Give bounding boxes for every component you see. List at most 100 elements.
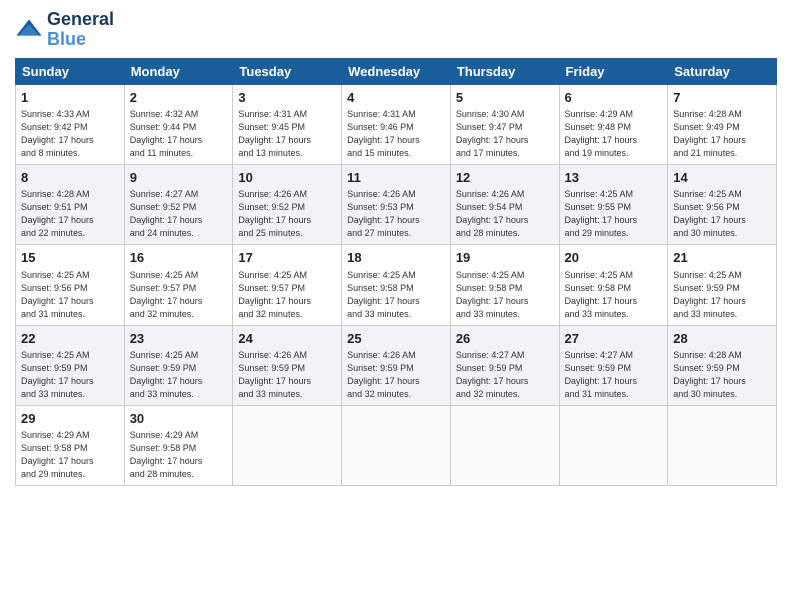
day-info: Sunrise: 4:33 AM Sunset: 9:42 PM Dayligh… [21,108,119,160]
calendar-day-cell: 4Sunrise: 4:31 AM Sunset: 9:46 PM Daylig… [342,84,451,164]
day-number: 21 [673,249,771,267]
calendar-day-cell [668,406,777,486]
day-number: 20 [565,249,663,267]
calendar-day-cell: 2Sunrise: 4:32 AM Sunset: 9:44 PM Daylig… [124,84,233,164]
calendar-day-cell [342,406,451,486]
day-info: Sunrise: 4:26 AM Sunset: 9:54 PM Dayligh… [456,188,554,240]
day-info: Sunrise: 4:29 AM Sunset: 9:58 PM Dayligh… [130,429,228,481]
calendar-day-cell: 9Sunrise: 4:27 AM Sunset: 9:52 PM Daylig… [124,164,233,244]
calendar-table: SundayMondayTuesdayWednesdayThursdayFrid… [15,58,777,487]
day-info: Sunrise: 4:28 AM Sunset: 9:51 PM Dayligh… [21,188,119,240]
calendar-week-row: 15 Sunrise: 4:25 AM Sunset: 9:56 PM Dayli… [16,245,777,325]
calendar-day-cell [559,406,668,486]
calendar-day-cell: 29Sunrise: 4:29 AM Sunset: 9:58 PM Dayli… [16,406,125,486]
day-number: 19 [456,249,554,267]
calendar-header-row: SundayMondayTuesdayWednesdayThursdayFrid… [16,58,777,84]
calendar-week-row: 22 Sunrise: 4:25 AM Sunset: 9:59 PM Dayli… [16,325,777,405]
calendar-week-row: 1Sunrise: 4:33 AM Sunset: 9:42 PM Daylig… [16,84,777,164]
day-number: 4 [347,89,445,107]
day-number: 17 [238,249,336,267]
calendar-day-header: Sunday [16,58,125,84]
day-number: 16 [130,249,228,267]
calendar-day-cell: 28Sunrise: 4:28 AM Sunset: 9:59 PM Dayli… [668,325,777,405]
calendar-day-cell [233,406,342,486]
logo-text: General Blue [47,10,114,50]
day-info: Sunrise: 4:29 AM Sunset: 9:48 PM Dayligh… [565,108,663,160]
day-info: Sunrise: 4:27 AM Sunset: 9:59 PM Dayligh… [456,349,554,401]
calendar-day-cell: 22Sunrise: 4:25 AM Sunset: 9:59 PM Dayli… [16,325,125,405]
calendar-day-header: Friday [559,58,668,84]
calendar-day-header: Wednesday [342,58,451,84]
day-info: Sunrise: 4:31 AM Sunset: 9:45 PM Dayligh… [238,108,336,160]
calendar-day-cell: 27Sunrise: 4:27 AM Sunset: 9:59 PM Dayli… [559,325,668,405]
calendar-day-cell: 21 Sunrise: 4:25 AM Sunset: 9:59 PM Dayli… [668,245,777,325]
day-number: 2 [130,89,228,107]
day-number: 12 [456,169,554,187]
day-info: Sunrise: 4:26 AM Sunset: 9:53 PM Dayligh… [347,188,445,240]
day-number: 24 [238,330,336,348]
day-info: Sunrise: 4:32 AM Sunset: 9:44 PM Dayligh… [130,108,228,160]
calendar-day-cell: 19Sunrise: 4:25 AM Sunset: 9:58 PM Dayli… [450,245,559,325]
calendar-day-cell: 12Sunrise: 4:26 AM Sunset: 9:54 PM Dayli… [450,164,559,244]
calendar-day-header: Saturday [668,58,777,84]
day-number: 27 [565,330,663,348]
day-number: 5 [456,89,554,107]
day-info: Sunrise: 4:28 AM Sunset: 9:49 PM Dayligh… [673,108,771,160]
day-info: Sunrise: 4:27 AM Sunset: 9:59 PM Dayligh… [565,349,663,401]
calendar-day-cell: 13Sunrise: 4:25 AM Sunset: 9:55 PM Dayli… [559,164,668,244]
calendar-day-cell: 7Sunrise: 4:28 AM Sunset: 9:49 PM Daylig… [668,84,777,164]
day-info: Sunrise: 4:26 AM Sunset: 9:59 PM Dayligh… [238,349,336,401]
day-number: 9 [130,169,228,187]
day-info: Sunrise: 4:31 AM Sunset: 9:46 PM Dayligh… [347,108,445,160]
day-info: Sunrise: 4:28 AM Sunset: 9:59 PM Dayligh… [673,349,771,401]
day-number: 25 [347,330,445,348]
day-number: 7 [673,89,771,107]
day-info: Sunrise: 4:26 AM Sunset: 9:52 PM Dayligh… [238,188,336,240]
day-number: 13 [565,169,663,187]
calendar-day-cell: 8Sunrise: 4:28 AM Sunset: 9:51 PM Daylig… [16,164,125,244]
day-number: 22 [21,330,119,348]
day-info: Sunrise: 4:30 AM Sunset: 9:47 PM Dayligh… [456,108,554,160]
calendar-day-cell: 24Sunrise: 4:26 AM Sunset: 9:59 PM Dayli… [233,325,342,405]
day-number: 1 [21,89,119,107]
day-info: Sunrise: 4:27 AM Sunset: 9:52 PM Dayligh… [130,188,228,240]
day-info: Sunrise: 4:25 AM Sunset: 9:59 PM Dayligh… [673,269,771,321]
day-number: 15 [21,249,119,267]
calendar-day-cell: 15 Sunrise: 4:25 AM Sunset: 9:56 PM Dayli… [16,245,125,325]
calendar-day-cell: 17 Sunrise: 4:25 AM Sunset: 9:57 PM Dayli… [233,245,342,325]
calendar-day-cell: 18 Sunrise: 4:25 AM Sunset: 9:58 PM Dayli… [342,245,451,325]
calendar-day-cell: 25Sunrise: 4:26 AM Sunset: 9:59 PM Dayli… [342,325,451,405]
calendar-day-cell: 5Sunrise: 4:30 AM Sunset: 9:47 PM Daylig… [450,84,559,164]
logo-icon [15,16,43,44]
day-number: 11 [347,169,445,187]
day-info: Sunrise: 4:25 AM Sunset: 9:59 PM Dayligh… [130,349,228,401]
day-number: 3 [238,89,336,107]
day-number: 26 [456,330,554,348]
day-info: Sunrise: 4:25 AM Sunset: 9:56 PM Dayligh… [21,269,119,321]
calendar-day-cell: 1Sunrise: 4:33 AM Sunset: 9:42 PM Daylig… [16,84,125,164]
day-number: 14 [673,169,771,187]
day-number: 28 [673,330,771,348]
calendar-day-header: Monday [124,58,233,84]
page: General Blue SundayMondayTuesdayWednesda… [0,0,792,612]
day-number: 10 [238,169,336,187]
day-number: 8 [21,169,119,187]
day-number: 29 [21,410,119,428]
calendar-day-cell: 20Sunrise: 4:25 AM Sunset: 9:58 PM Dayli… [559,245,668,325]
day-number: 6 [565,89,663,107]
day-number: 30 [130,410,228,428]
calendar-day-cell: 14Sunrise: 4:25 AM Sunset: 9:56 PM Dayli… [668,164,777,244]
calendar-day-cell: 30Sunrise: 4:29 AM Sunset: 9:58 PM Dayli… [124,406,233,486]
day-info: Sunrise: 4:25 AM Sunset: 9:57 PM Dayligh… [238,269,336,321]
day-info: Sunrise: 4:29 AM Sunset: 9:58 PM Dayligh… [21,429,119,481]
calendar-day-cell: 16 Sunrise: 4:25 AM Sunset: 9:57 PM Dayli… [124,245,233,325]
day-info: Sunrise: 4:25 AM Sunset: 9:55 PM Dayligh… [565,188,663,240]
day-info: Sunrise: 4:25 AM Sunset: 9:58 PM Dayligh… [347,269,445,321]
calendar-day-cell: 26Sunrise: 4:27 AM Sunset: 9:59 PM Dayli… [450,325,559,405]
calendar-day-cell [450,406,559,486]
day-info: Sunrise: 4:25 AM Sunset: 9:57 PM Dayligh… [130,269,228,321]
day-number: 23 [130,330,228,348]
calendar-day-cell: 6Sunrise: 4:29 AM Sunset: 9:48 PM Daylig… [559,84,668,164]
calendar-week-row: 8Sunrise: 4:28 AM Sunset: 9:51 PM Daylig… [16,164,777,244]
day-number: 18 [347,249,445,267]
